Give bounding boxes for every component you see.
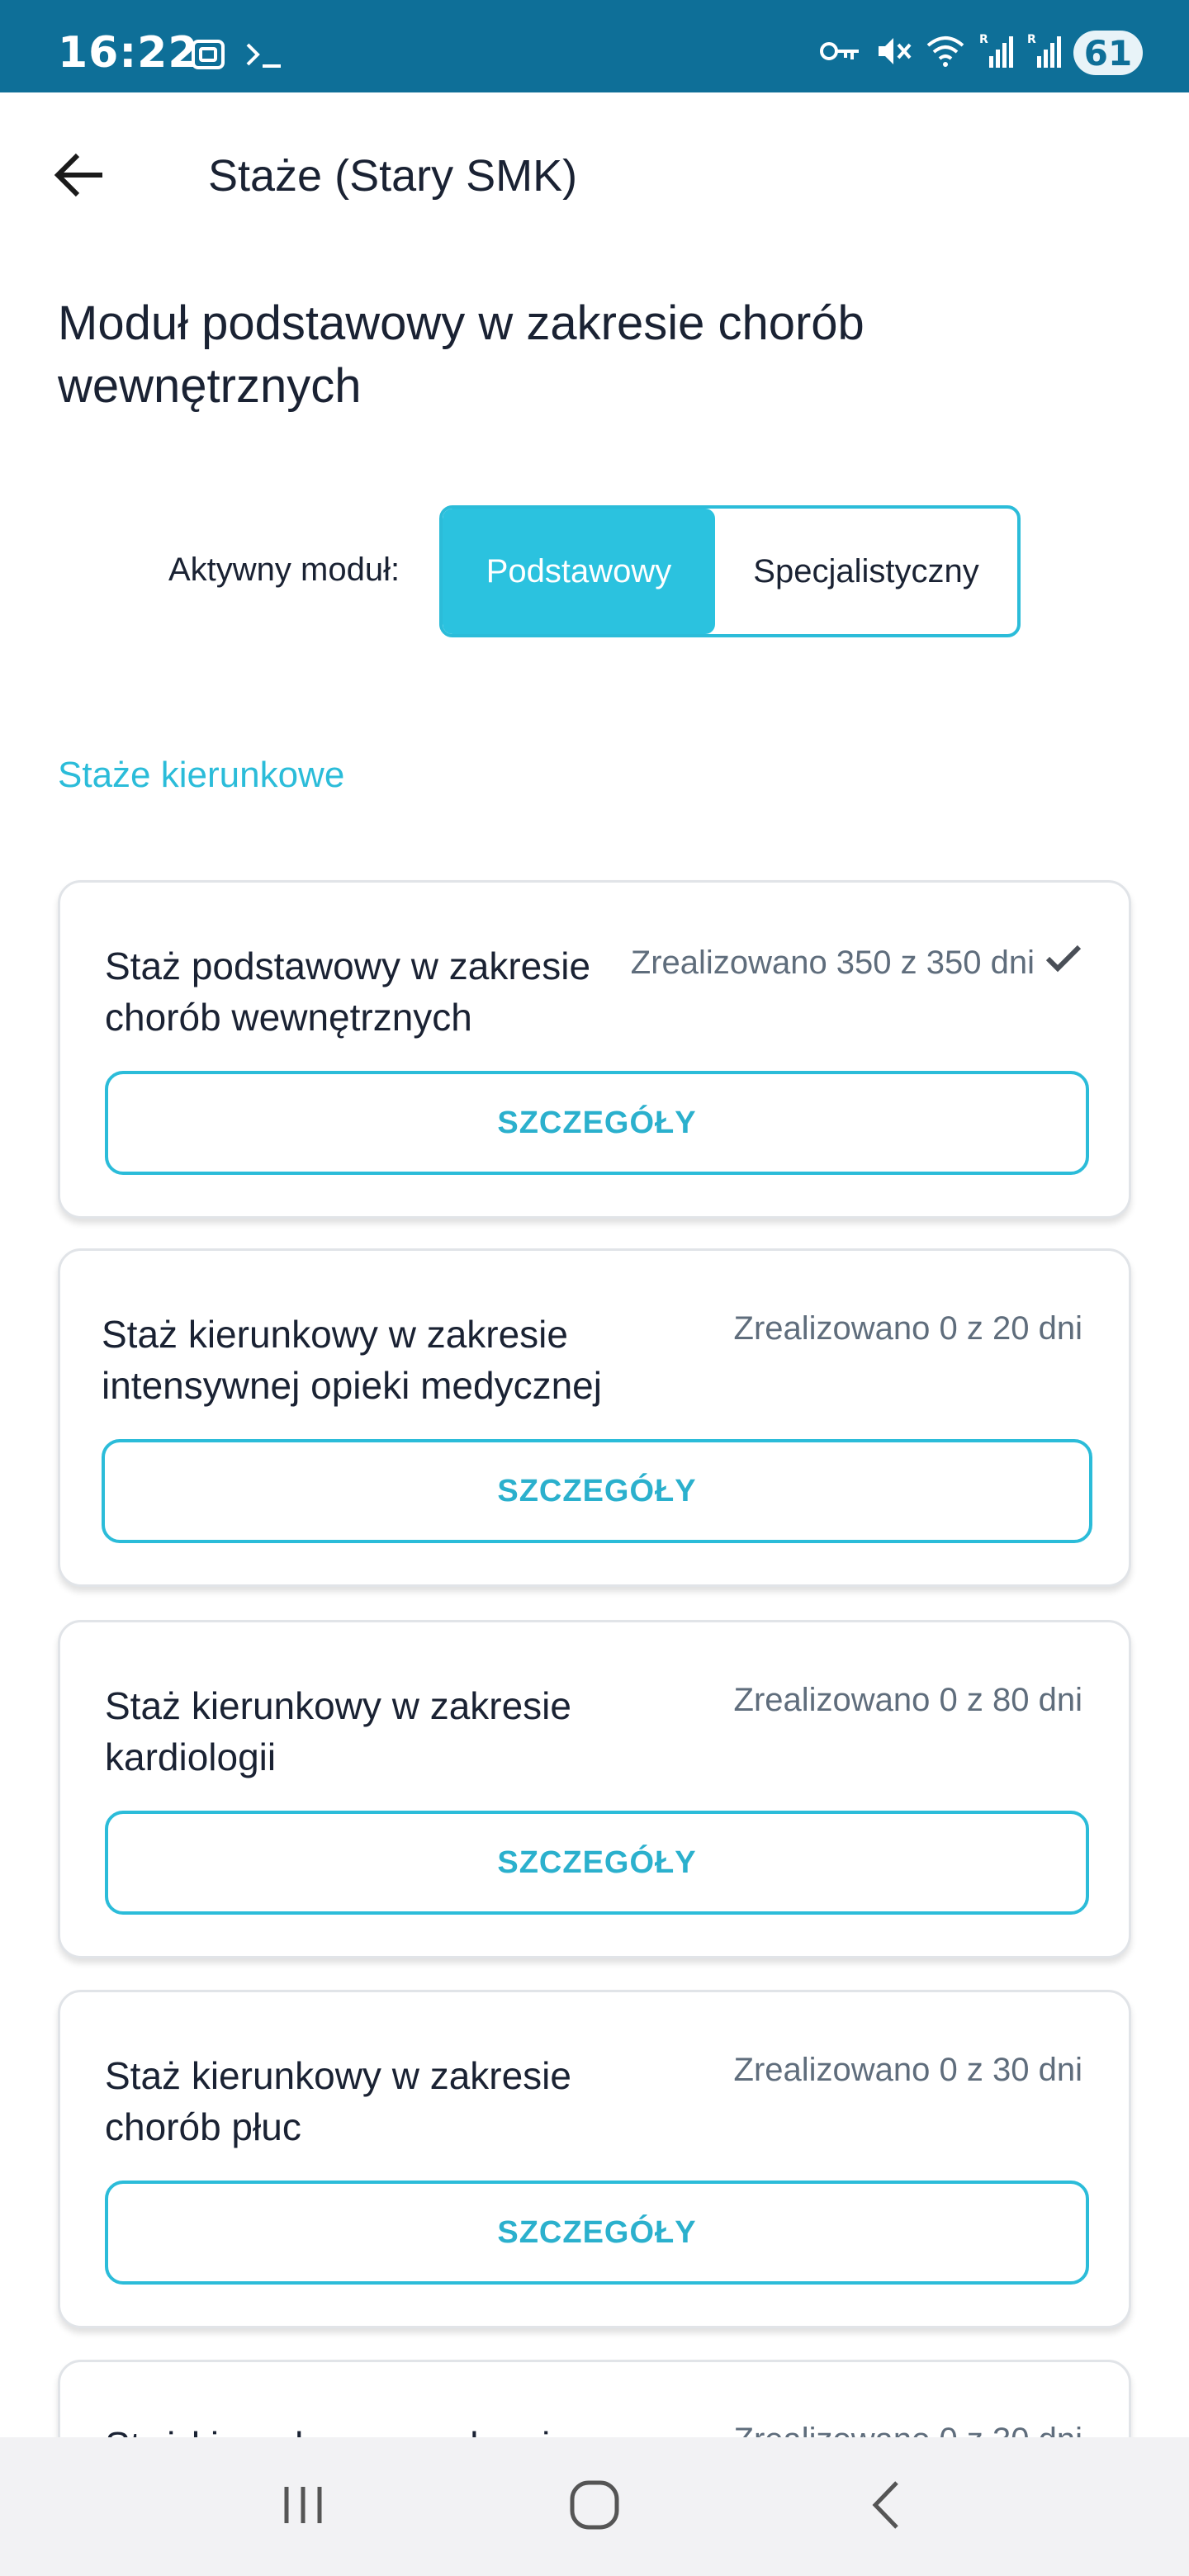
status-bar: 16:22 R R 61 (0, 0, 1189, 92)
status-time: 16:22 (58, 28, 199, 78)
module-option-podstawowy[interactable]: Podstawowy (443, 509, 715, 634)
system-nav-bar (0, 2437, 1189, 2576)
internship-title: Staż kierunkowy w zakresie kardiologii (105, 1684, 571, 1778)
module-title: Moduł podstawowy w zakresie chorób wewnę… (58, 296, 865, 413)
page-title: Staże (Stary SMK) (208, 151, 578, 201)
status-left-icons (188, 33, 286, 79)
details-button[interactable]: SZCZEGÓŁY (105, 2181, 1089, 2285)
details-button[interactable]: SZCZEGÓŁY (105, 1811, 1089, 1915)
internship-status: Zrealizowano 0 z 30 dni (734, 2052, 1082, 2089)
internship-status: Zrealizowano 0 z 20 dni (734, 1310, 1082, 1347)
home-button[interactable] (549, 2461, 640, 2552)
internship-card: Staż podstawowy w zakresie chorób wewnęt… (58, 880, 1131, 1219)
svg-text:R: R (979, 33, 988, 46)
internship-status: Zrealizowano 350 z 350 dni (631, 942, 1082, 983)
arrow-left-icon (53, 152, 106, 202)
internship-status-text: Zrealizowano 0 z 20 dni (733, 1310, 1082, 1347)
signal-r-icon: R (978, 31, 1014, 75)
internship-card: Staż kierunkowy w zakresie intensywnej o… (58, 1248, 1131, 1587)
recent-apps-icon (278, 2480, 328, 2534)
status-right-icons: R R 61 (817, 28, 1143, 78)
vpn-key-icon (817, 35, 862, 72)
internship-title: Staż kierunkowy w zakresie chorób płuc (105, 2054, 571, 2148)
battery-indicator: 61 (1073, 31, 1143, 75)
mute-icon (874, 31, 913, 75)
recent-apps-button[interactable] (258, 2461, 348, 2552)
app-bar: Staże (Stary SMK) (0, 92, 1189, 258)
internship-title: Staż podstawowy w zakresie chorób wewnęt… (105, 945, 591, 1039)
svg-text:R: R (1027, 33, 1036, 46)
internship-status-text: Zrealizowano 0 z 30 dni (733, 2052, 1082, 2088)
module-selector: Podstawowy Specjalistyczny (439, 505, 1021, 637)
module-selector-label: Aktywny moduł: (168, 552, 400, 588)
internship-title: Staż kierunkowy w zakresie intensywnej o… (102, 1313, 602, 1407)
signal-r-icon: R (1026, 31, 1062, 75)
details-button[interactable]: SZCZEGÓŁY (102, 1439, 1092, 1543)
internship-status-text: Zrealizowano 0 z 80 dni (733, 1682, 1082, 1718)
internship-status: Zrealizowano 0 z 80 dni (734, 1682, 1082, 1719)
module-option-specjalistyczny[interactable]: Specjalistyczny (715, 509, 1017, 634)
details-button[interactable]: SZCZEGÓŁY (105, 1071, 1089, 1175)
home-icon (567, 2478, 622, 2536)
section-title: Staże kierunkowe (58, 755, 345, 795)
system-back-button[interactable] (841, 2461, 931, 2552)
internship-card: Staż kierunkowy w zakresie chorób płuc Z… (58, 1990, 1131, 2328)
wifi-icon (925, 32, 966, 74)
back-button[interactable] (46, 144, 112, 210)
checkmark-icon (1045, 942, 1082, 983)
internship-card: Staż kierunkowy w zakresie kardiologii Z… (58, 1620, 1131, 1958)
terminal-icon (243, 36, 286, 77)
internship-status-text: Zrealizowano 350 z 350 dni (630, 944, 1035, 981)
back-icon (865, 2478, 907, 2536)
screenshot-icon (188, 35, 228, 78)
module-selector-row: Aktywny moduł: Podstawowy Specjalistyczn… (0, 505, 1189, 637)
